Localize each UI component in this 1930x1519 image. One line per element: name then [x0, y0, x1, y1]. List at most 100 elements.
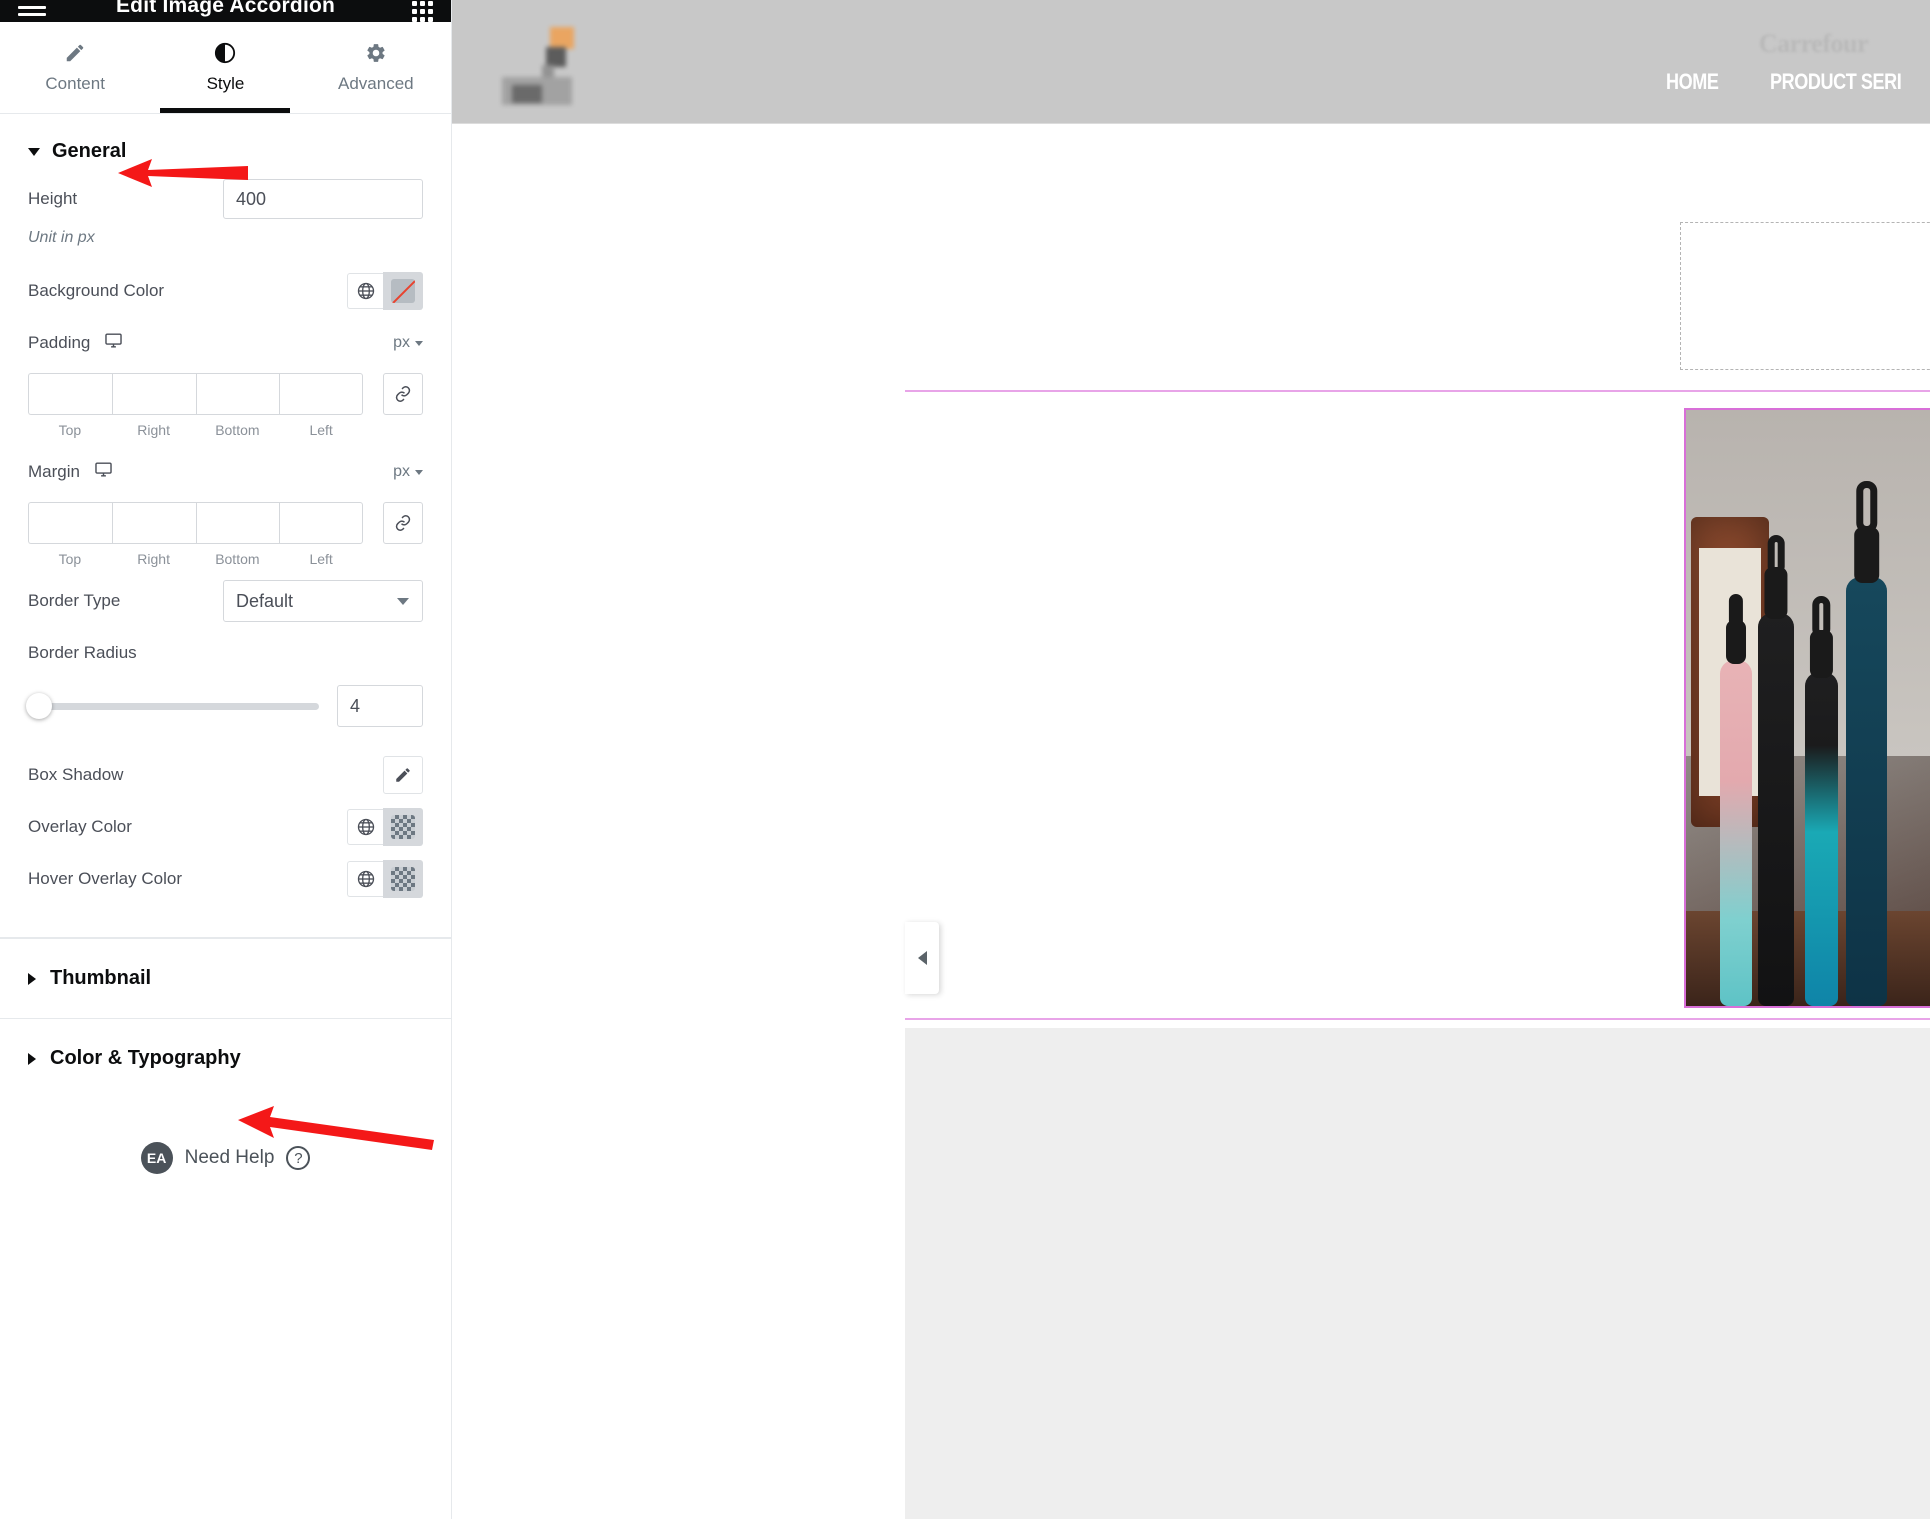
elementor-editor-panel: Edit Image Accordion Content Style Advan…: [0, 0, 452, 1519]
pencil-edit-icon[interactable]: [383, 756, 423, 794]
panel-tabs: Content Style Advanced: [0, 22, 451, 114]
padding-inputs: Top Right Bottom Left: [28, 373, 423, 438]
nav-item-home[interactable]: HOME: [1666, 69, 1719, 95]
padding-bottom: Bottom: [195, 373, 280, 438]
section-general[interactable]: General: [0, 114, 451, 177]
tab-advanced-label: Advanced: [338, 73, 414, 93]
caret-down-icon: [28, 147, 40, 156]
margin-bottom-input[interactable]: [195, 502, 280, 544]
need-help-footer[interactable]: EA Need Help ?: [0, 1098, 451, 1218]
empty-section-placeholder[interactable]: [1680, 222, 1930, 370]
border-radius-slider[interactable]: [26, 693, 319, 719]
section-color-typography[interactable]: Color & Typography: [0, 1018, 451, 1098]
margin-left-input[interactable]: [279, 502, 363, 544]
padding-right-input[interactable]: [111, 373, 196, 415]
panel-collapse-toggle[interactable]: [905, 922, 939, 994]
globe-icon[interactable]: [347, 273, 383, 309]
no-color-icon: [391, 279, 415, 303]
margin-inputs: Top Right Bottom Left: [28, 502, 423, 567]
padding-right-label: Right: [137, 422, 170, 438]
margin-top: Top: [28, 502, 112, 567]
section-general-label: General: [52, 140, 127, 162]
margin-bottom: Bottom: [195, 502, 280, 567]
border-radius-slider-row: [26, 685, 423, 727]
height-unit-hint: Unit in px: [28, 229, 95, 246]
gear-icon: [365, 42, 387, 64]
margin-left-label: Left: [309, 551, 333, 567]
globe-icon[interactable]: [347, 809, 383, 845]
padding-bottom-input[interactable]: [195, 373, 280, 415]
tab-content[interactable]: Content: [0, 22, 150, 113]
transparent-swatch-icon: [391, 815, 415, 839]
about-section: ABOU. Your Reliable Drink Wat Bottle Man…: [905, 1028, 1930, 1519]
padding-left-input[interactable]: [279, 373, 363, 415]
question-mark-icon[interactable]: ?: [286, 1146, 311, 1170]
desktop-icon[interactable]: [94, 460, 113, 484]
padding-unit-select[interactable]: px: [393, 334, 423, 352]
section-color-typography-label: Color & Typography: [50, 1047, 241, 1069]
padding-bottom-label: Bottom: [215, 422, 260, 438]
border-type-select[interactable]: Default: [223, 580, 423, 622]
background-color-swatch[interactable]: [383, 272, 423, 310]
desktop-icon[interactable]: [104, 331, 123, 355]
chevron-down-icon: [415, 340, 423, 346]
preview-canvas: Carrefour HOME PRODUCT SERI BOTTLE: [452, 0, 1930, 1519]
chevron-down-icon: [415, 469, 423, 475]
hover-overlay-color-label: Hover Overlay Color: [28, 869, 182, 888]
margin-label: Margin: [28, 460, 113, 484]
control-hover-overlay-color: Hover Overlay Color: [28, 857, 423, 901]
border-type-select-wrap: Default: [223, 580, 423, 622]
chevron-left-icon: [917, 951, 927, 965]
margin-right: Right: [111, 502, 196, 567]
border-radius-label: Border Radius: [28, 643, 137, 662]
padding-left: Left: [279, 373, 363, 438]
caret-right-icon: [28, 1052, 36, 1065]
padding-left-label: Left: [309, 422, 333, 438]
control-border-radius: Border Radius: [28, 631, 423, 675]
panel-body: General Height Unit in px Background Col…: [0, 114, 451, 1519]
nav-item-product-series[interactable]: PRODUCT SERI: [1770, 69, 1902, 95]
padding-top-label: Top: [58, 422, 82, 438]
globe-icon[interactable]: [347, 861, 383, 897]
contrast-icon: [214, 42, 236, 64]
padding-top: Top: [28, 373, 112, 438]
overlay-color-swatch[interactable]: [383, 808, 423, 846]
panel-header: Edit Image Accordion: [0, 0, 451, 22]
padding-top-input[interactable]: [28, 373, 112, 415]
background-color-buttons: [347, 272, 423, 310]
padding-link-icon[interactable]: [383, 373, 423, 415]
height-label: Height: [28, 189, 78, 208]
margin-right-input[interactable]: [111, 502, 196, 544]
brand-name: Carrefour: [1758, 28, 1869, 58]
padding-label: Padding: [28, 331, 123, 355]
margin-right-label: Right: [137, 551, 170, 567]
general-controls: Height Unit in px Background Color: [0, 177, 451, 901]
site-header: Carrefour HOME PRODUCT SERI: [452, 0, 1930, 124]
slider-thumb[interactable]: [26, 693, 52, 719]
overlay-color-buttons: [347, 808, 423, 846]
transparent-swatch-icon: [391, 867, 415, 891]
control-height: Height: [28, 177, 423, 221]
section-thumbnail[interactable]: Thumbnail: [0, 938, 451, 1018]
margin-top-label: Top: [58, 551, 82, 567]
tab-content-label: Content: [45, 73, 105, 93]
tab-advanced[interactable]: Advanced: [301, 22, 451, 113]
hover-overlay-color-swatch[interactable]: [383, 860, 423, 898]
margin-top-input[interactable]: [28, 502, 112, 544]
margin-bottom-label: Bottom: [215, 551, 260, 567]
padding-right: Right: [111, 373, 196, 438]
caret-right-icon: [28, 972, 36, 985]
margin-unit-select[interactable]: px: [393, 463, 423, 481]
control-padding-header: Padding px: [28, 321, 423, 365]
border-type-label: Border Type: [28, 591, 121, 610]
height-input[interactable]: [223, 179, 423, 219]
image-accordion-overlay: BOTTLE CLICK HERE: [1686, 410, 1930, 1006]
site-logo: [502, 21, 622, 105]
margin-link-icon[interactable]: [383, 502, 423, 544]
tab-style[interactable]: Style: [150, 22, 300, 113]
border-radius-input[interactable]: [337, 685, 423, 727]
need-help-label: Need Help: [184, 1147, 275, 1168]
brand-area: Carrefour HOME PRODUCT SERI: [1666, 29, 1930, 95]
site-nav: HOME PRODUCT SERI: [1666, 69, 1930, 95]
image-accordion-item[interactable]: BOTTLE CLICK HERE: [1684, 408, 1930, 1008]
